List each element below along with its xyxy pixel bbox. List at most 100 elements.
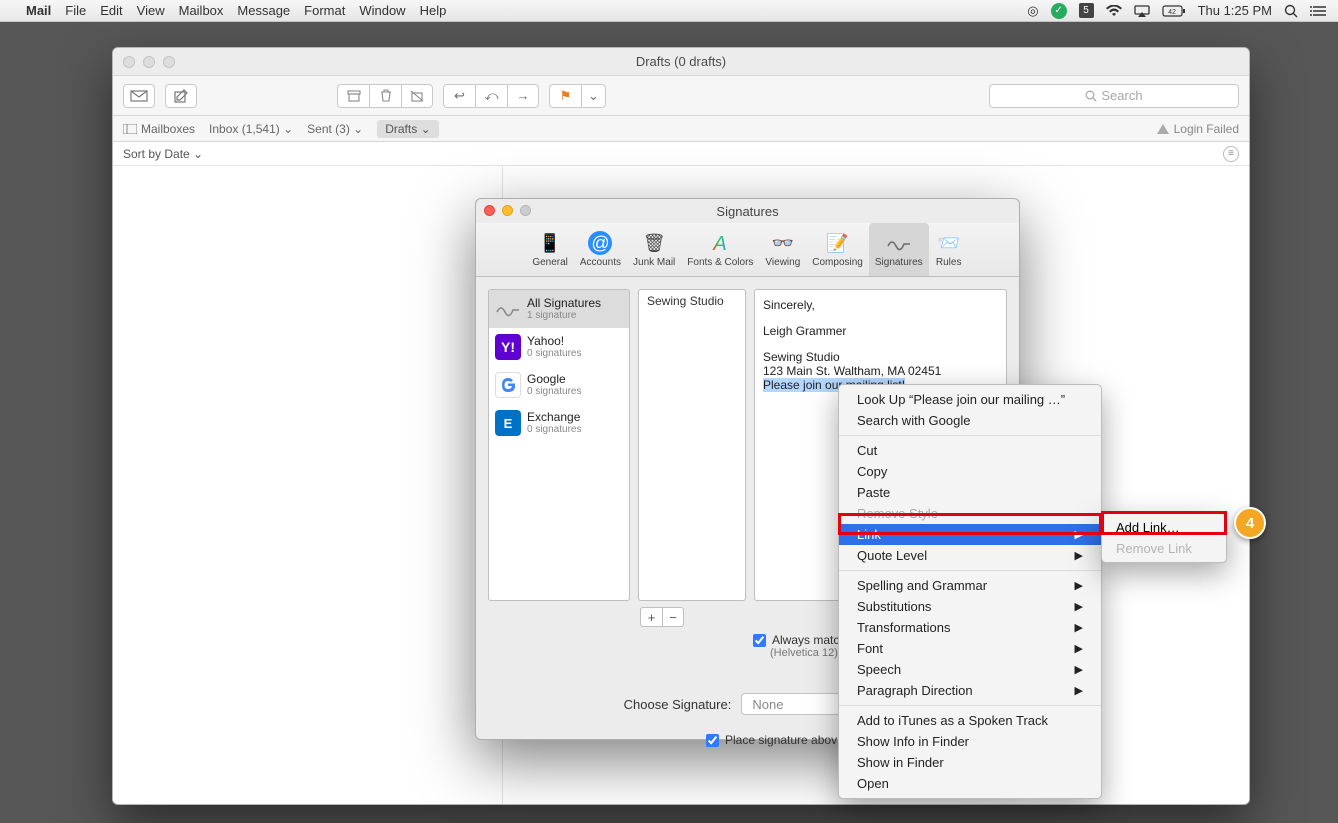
sig-line: Sincerely, [763,298,998,312]
tab-viewing[interactable]: 👓Viewing [759,223,806,276]
pref-zoom-button[interactable] [520,205,531,216]
accounts-column: All Signatures1 signature Y! Yahoo!0 sig… [488,289,630,601]
menu-window[interactable]: Window [359,3,405,18]
delete-button[interactable] [369,84,401,108]
ctx-cut[interactable]: Cut [839,440,1101,461]
ctx-paragraph[interactable]: Paragraph Direction▶ [839,680,1101,701]
ctx-search-google[interactable]: Search with Google [839,410,1101,431]
tab-signatures[interactable]: Signatures [869,223,929,276]
pref-close-button[interactable] [484,205,495,216]
battery-icon[interactable]: 42 [1162,5,1186,17]
mailboxes-toggle[interactable]: Mailboxes [123,122,195,136]
reply-button[interactable]: ↩ [443,84,475,108]
fav-inbox[interactable]: Inbox (1,541) ⌄ [209,122,293,136]
submenu-add-link[interactable]: Add Link… [1102,517,1226,538]
compose-button[interactable] [165,84,197,108]
svg-text:42: 42 [1168,9,1176,16]
callout-marker: 4 [1234,507,1266,539]
ctx-font[interactable]: Font▶ [839,638,1101,659]
app-name[interactable]: Mail [26,3,51,18]
fav-sent[interactable]: Sent (3) ⌄ [307,122,363,136]
junk-icon: 🗑 [640,231,668,255]
fonts-icon: A [706,231,734,255]
login-failed-indicator[interactable]: Login Failed [1156,122,1239,136]
shield-icon[interactable]: 5 [1079,3,1094,18]
tab-fonts[interactable]: AFonts & Colors [681,223,759,276]
pref-tabs: 📱General @Accounts 🗑Junk Mail AFonts & C… [476,223,1019,277]
place-above-checkbox[interactable] [706,734,719,747]
account-exchange[interactable]: E Exchange0 signatures [489,404,629,442]
close-button[interactable] [123,56,135,68]
pref-minimize-button[interactable] [502,205,513,216]
account-all-signatures[interactable]: All Signatures1 signature [489,290,629,328]
reply-all-button[interactable]: ⤺ [475,84,507,108]
tab-general[interactable]: 📱General [526,223,574,276]
minimize-button[interactable] [143,56,155,68]
menu-view[interactable]: View [137,3,165,18]
ctx-show-finder[interactable]: Show in Finder [839,752,1101,773]
accounts-icon: @ [588,231,612,255]
menu-message[interactable]: Message [237,3,290,18]
get-mail-button[interactable] [123,84,155,108]
add-signature-button[interactable]: + [640,607,662,627]
filter-button[interactable]: ≡ [1223,146,1239,162]
always-match-checkbox[interactable] [753,634,766,647]
sort-bar: Sort by Date ⌄ ≡ [113,142,1249,166]
ctx-show-info-finder[interactable]: Show Info in Finder [839,731,1101,752]
airplay-icon[interactable] [1134,5,1150,17]
archive-button[interactable] [337,84,369,108]
ctx-open[interactable]: Open [839,773,1101,794]
cloud-icon[interactable]: ◎ [1027,3,1038,19]
signature-list-column: Sewing Studio [638,289,746,601]
ctx-quote-level[interactable]: Quote Level▶ [839,545,1101,566]
ctx-lookup[interactable]: Look Up “Please join our mailing …” [839,389,1101,410]
menu-file[interactable]: File [65,3,86,18]
window-title: Drafts (0 drafts) [636,54,726,69]
tab-rules[interactable]: 📨Rules [929,223,969,276]
message-list[interactable] [113,166,503,804]
google-icon [495,372,521,398]
always-match-label: Always matc [772,633,839,647]
sig-line: Leigh Grammer [763,324,998,338]
remove-signature-button[interactable]: − [662,607,684,627]
rules-icon: 📨 [935,231,963,255]
menu-edit[interactable]: Edit [100,3,122,18]
flag-dropdown-button[interactable]: ⌄ [581,84,606,108]
menu-list-icon[interactable] [1310,5,1326,17]
account-google[interactable]: Google0 signatures [489,366,629,404]
tab-junk[interactable]: 🗑Junk Mail [627,223,681,276]
fav-drafts[interactable]: Drafts ⌄ [377,120,438,138]
forward-button[interactable]: → [507,84,539,108]
window-titlebar: Drafts (0 drafts) [113,48,1249,76]
ctx-substitutions[interactable]: Substitutions▶ [839,596,1101,617]
ctx-speech[interactable]: Speech▶ [839,659,1101,680]
ctx-paste[interactable]: Paste [839,482,1101,503]
zoom-button[interactable] [163,56,175,68]
menu-format[interactable]: Format [304,3,345,18]
spotlight-icon[interactable] [1284,4,1298,18]
tab-composing[interactable]: 📝Composing [806,223,869,276]
junk-button[interactable] [401,84,433,108]
signatures-icon [885,231,913,255]
submenu-remove-link: Remove Link [1102,538,1226,559]
tab-accounts[interactable]: @Accounts [574,223,627,276]
favorites-bar: Mailboxes Inbox (1,541) ⌄ Sent (3) ⌄ Dra… [113,116,1249,142]
ctx-spelling[interactable]: Spelling and Grammar▶ [839,575,1101,596]
ctx-add-itunes[interactable]: Add to iTunes as a Spoken Track [839,710,1101,731]
menu-mailbox[interactable]: Mailbox [179,3,224,18]
ctx-transformations[interactable]: Transformations▶ [839,617,1101,638]
sig-line: 123 Main St. Waltham, MA 02451 [763,364,998,378]
sort-by-dropdown[interactable]: Sort by Date ⌄ [123,147,203,161]
place-above-label: Place signature abov [725,733,837,747]
account-yahoo[interactable]: Y! Yahoo!0 signatures [489,328,629,366]
wifi-icon[interactable] [1106,5,1122,17]
ctx-link[interactable]: Link▶ [839,524,1101,545]
signature-list-item[interactable]: Sewing Studio [639,290,745,312]
ctx-copy[interactable]: Copy [839,461,1101,482]
search-field[interactable]: Search [989,84,1239,108]
flag-button[interactable]: ⚑ [549,84,581,108]
menu-help[interactable]: Help [420,3,447,18]
menubar-clock[interactable]: Thu 1:25 PM [1198,3,1272,18]
context-menu: Look Up “Please join our mailing …” Sear… [838,384,1102,799]
status-icon[interactable]: ✓ [1051,3,1067,19]
